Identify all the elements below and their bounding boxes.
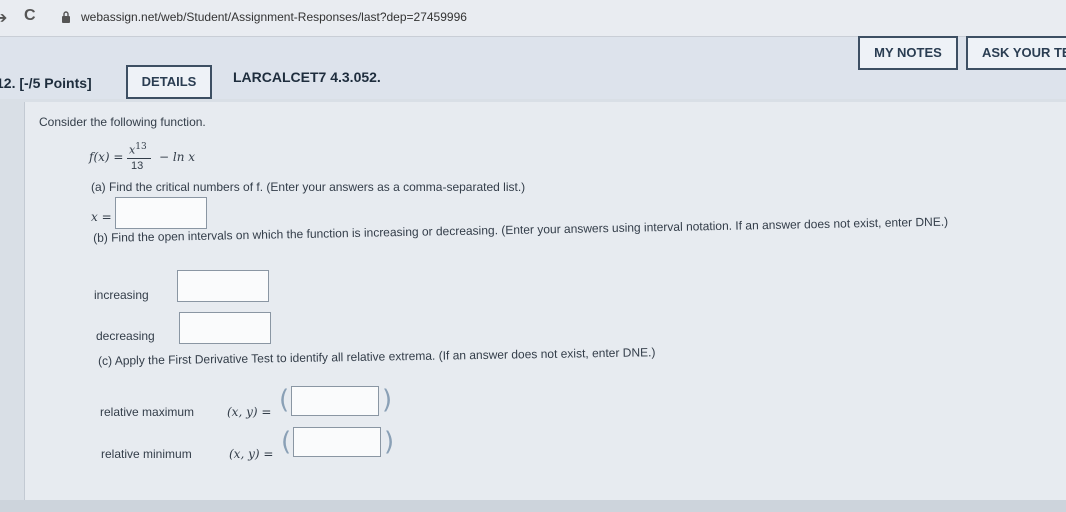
question-body: Consider the following function. f(x) = … [24, 102, 1066, 500]
decreasing-label: decreasing [96, 329, 155, 343]
relative-min-input[interactable] [293, 427, 381, 457]
page-footer-strip [0, 500, 1066, 512]
part-a-label: x = [91, 210, 112, 224]
address-bar[interactable]: webassign.net/web/Student/Assignment-Res… [81, 10, 467, 24]
question-header: 12. [-/5 Points] DETAILS LARCALCET7 4.3.… [0, 36, 1066, 99]
browser-toolbar: ➔ C webassign.net/web/Student/Assignment… [0, 0, 1066, 37]
fraction-bar [127, 158, 151, 159]
relative-max-input[interactable] [291, 386, 379, 416]
increasing-input[interactable] [177, 270, 269, 302]
fraction-denominator: 13 [131, 160, 144, 172]
close-paren-icon: ) [384, 427, 395, 457]
relative-min-xy-label: (x, y) = [229, 447, 274, 461]
fraction-numerator: x13 [129, 142, 147, 157]
relative-max-xy-label: (x, y) = [227, 405, 272, 419]
decreasing-input[interactable] [179, 312, 271, 344]
question-number: 12. [-/5 Points] [0, 75, 92, 91]
function-rest: − ln x [159, 150, 196, 164]
critical-numbers-input[interactable] [115, 197, 207, 229]
back-arrow-icon[interactable]: ➔ [0, 8, 7, 28]
lock-icon [62, 11, 70, 23]
part-b-prompt: (b) Find the open intervals on which the… [93, 214, 949, 245]
part-a-prompt: (a) Find the critical numbers of f. (Ent… [91, 180, 526, 194]
problem-id: LARCALCET7 4.3.052. [233, 69, 381, 85]
close-paren-icon: ) [382, 385, 393, 415]
function-lhs: f(x) = [89, 150, 124, 164]
intro-text: Consider the following function. [39, 115, 206, 129]
relative-max-label: relative maximum [100, 405, 195, 419]
part-c-prompt: (c) Apply the First Derivative Test to i… [98, 345, 656, 368]
relative-min-label: relative minimum [101, 447, 192, 461]
open-paren-icon: ( [279, 385, 290, 415]
increasing-label: increasing [94, 288, 149, 302]
my-notes-button[interactable]: MY NOTES [858, 36, 958, 70]
reload-icon[interactable]: C [24, 7, 36, 25]
open-paren-icon: ( [281, 427, 292, 457]
ask-your-teacher-button[interactable]: ASK YOUR TE [966, 36, 1066, 70]
details-button[interactable]: DETAILS [126, 65, 212, 99]
